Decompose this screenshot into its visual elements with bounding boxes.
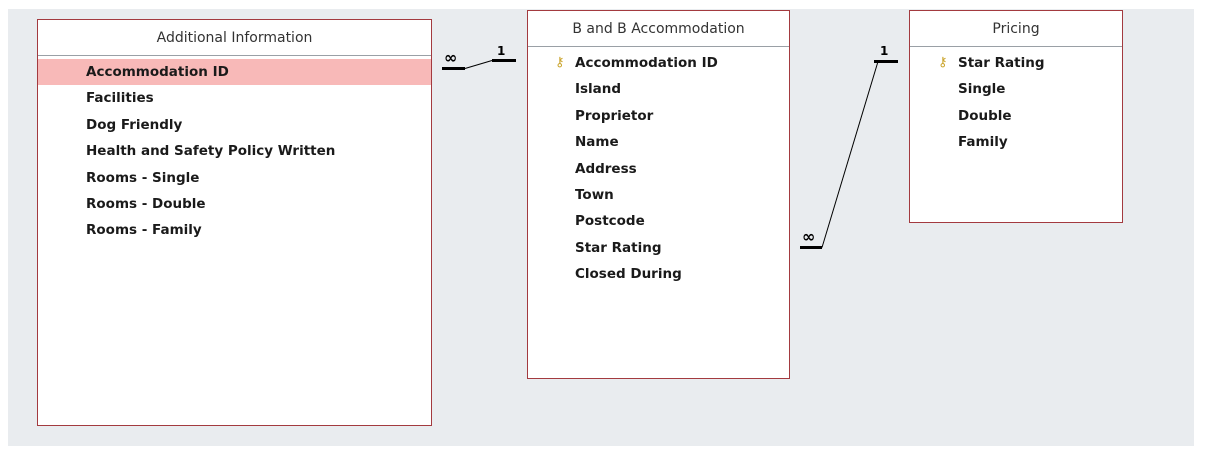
relationship-accommodation-to-pricing[interactable] [800, 60, 898, 249]
many-cardinality-label: ∞ [444, 48, 458, 67]
relationship-line [821, 61, 879, 248]
one-cardinality-label: 1 [497, 44, 506, 58]
relationship-line [464, 60, 493, 69]
relationship-lines [442, 59, 898, 249]
many-cardinality-label: ∞ [802, 227, 816, 246]
one-cardinality-label: 1 [880, 44, 889, 58]
